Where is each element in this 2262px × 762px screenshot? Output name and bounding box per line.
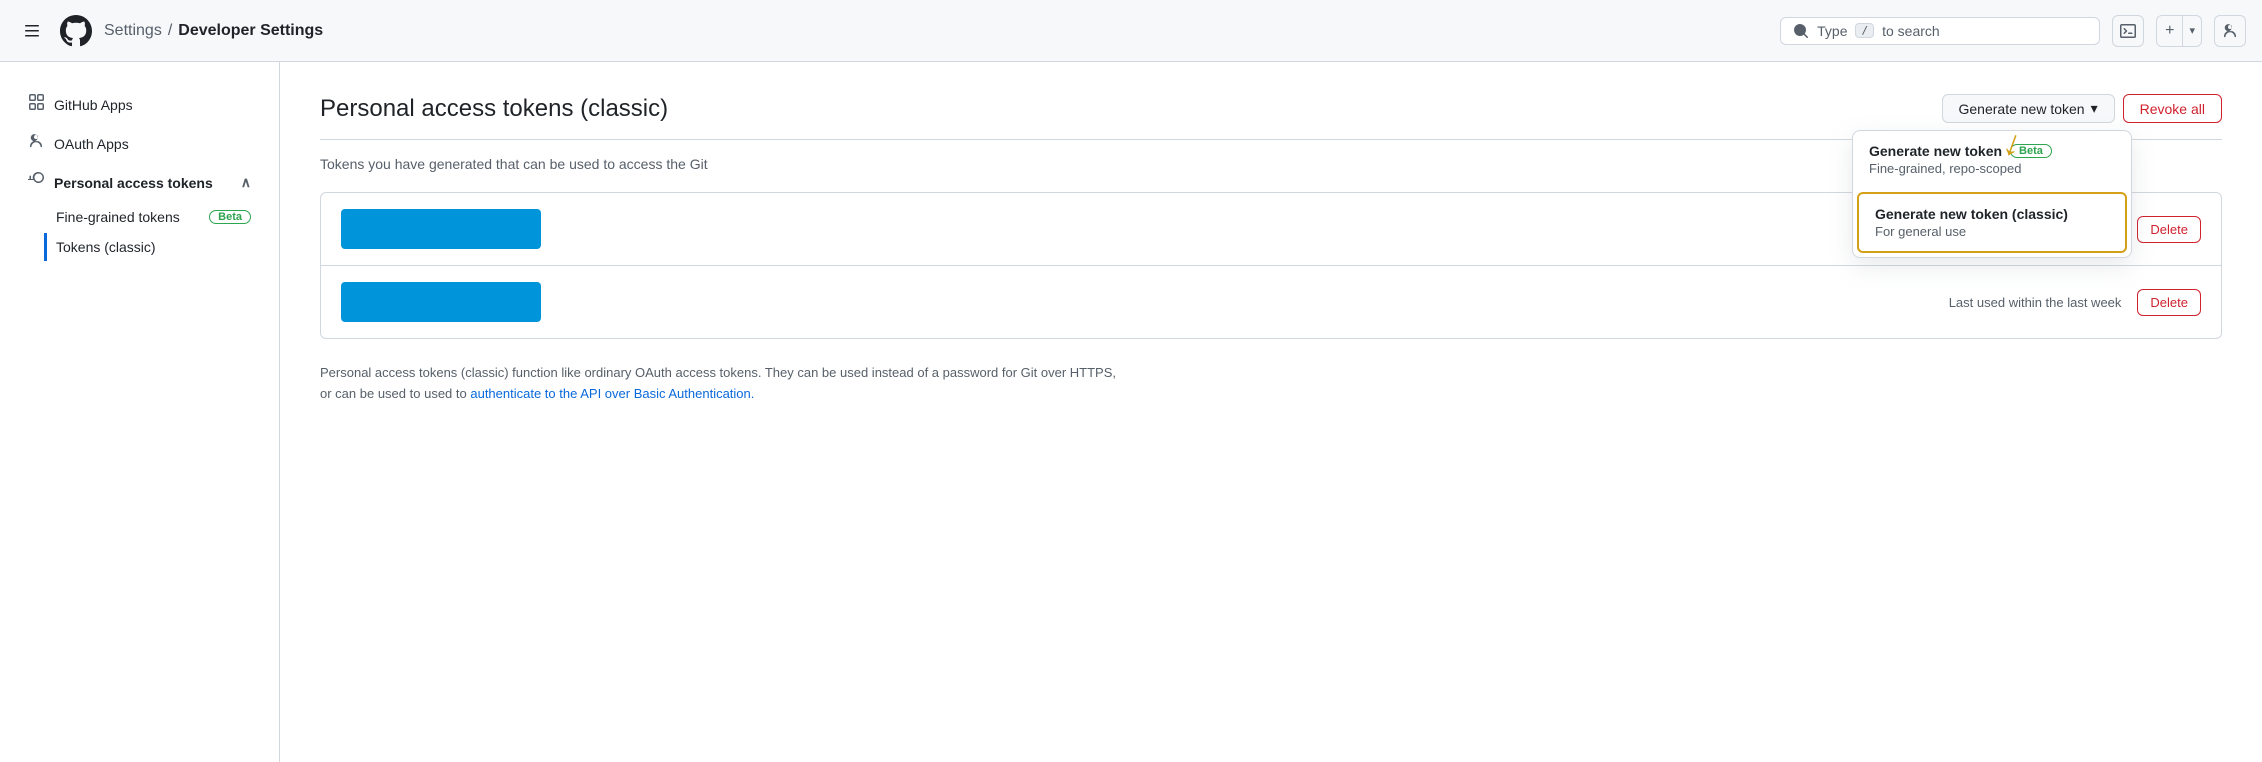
- top-navigation: Settings / Developer Settings Type / to …: [0, 0, 2262, 62]
- sidebar-item-fine-grained-tokens[interactable]: Fine-grained tokens Beta: [44, 203, 263, 231]
- person-icon: [28, 133, 44, 154]
- plus-icon[interactable]: +: [2157, 16, 2182, 46]
- dropdown-item-classic[interactable]: Generate new token (classic) For general…: [1857, 192, 2127, 253]
- token-block-1: [341, 209, 541, 249]
- sidebar-item-github-apps[interactable]: GitHub Apps: [16, 86, 263, 123]
- token-last-used: Last used within the last week: [1949, 295, 2122, 310]
- delete-token-2-button[interactable]: Delete: [2137, 289, 2201, 316]
- dropdown-item-fine-grained[interactable]: Generate new token Beta Fine-grained, re…: [1853, 131, 2131, 188]
- hamburger-menu[interactable]: [16, 15, 48, 47]
- sidebar-item-fine-grained-label: Fine-grained tokens: [56, 209, 180, 225]
- revoke-all-label: Revoke all: [2140, 101, 2205, 117]
- key-icon: [28, 172, 44, 193]
- dropdown-item-classic-subtitle: For general use: [1875, 224, 2109, 239]
- delete-token-1-button[interactable]: Delete: [2137, 216, 2201, 243]
- dropdown-item-fine-grained-title: Generate new token Beta: [1869, 143, 2115, 159]
- dropdown-item-fine-grained-subtitle: Fine-grained, repo-scoped: [1869, 161, 2115, 176]
- search-suffix: to search: [1882, 23, 1940, 39]
- token-block-2: [341, 282, 541, 322]
- sidebar-item-tokens-classic[interactable]: Tokens (classic): [44, 233, 263, 261]
- table-row: Last used within the last week Delete: [321, 266, 2221, 338]
- main-layout: GitHub Apps OAuth Apps Personal access t…: [0, 62, 2262, 762]
- sidebar: GitHub Apps OAuth Apps Personal access t…: [0, 62, 280, 762]
- footer-auth-link[interactable]: authenticate to the API over Basic Authe…: [470, 386, 754, 401]
- footer-text2: used to: [424, 386, 470, 401]
- search-bar[interactable]: Type / to search: [1780, 17, 2100, 45]
- beta-badge: Beta: [209, 210, 251, 224]
- revoke-all-button[interactable]: Revoke all: [2123, 94, 2222, 123]
- sidebar-item-github-apps-label: GitHub Apps: [54, 97, 133, 113]
- page-title: Personal access tokens (classic): [320, 95, 668, 123]
- breadcrumb-current: Developer Settings: [178, 22, 323, 40]
- page-header: Personal access tokens (classic) Generat…: [320, 94, 2222, 123]
- sidebar-item-oauth-apps-label: OAuth Apps: [54, 136, 129, 152]
- user-avatar[interactable]: [2214, 15, 2246, 47]
- settings-link[interactable]: Settings: [104, 22, 162, 40]
- search-kbd: /: [1855, 23, 1874, 38]
- breadcrumb-separator: /: [168, 22, 172, 40]
- generate-token-dropdown: Generate new token Beta Fine-grained, re…: [1852, 130, 2132, 258]
- chevron-up-icon: ∧: [241, 174, 251, 191]
- main-content: Personal access tokens (classic) Generat…: [280, 62, 2262, 762]
- search-icon: [1793, 23, 1809, 39]
- sidebar-item-pat-label: Personal access tokens: [54, 175, 213, 191]
- delete-label-2: Delete: [2150, 295, 2188, 310]
- sidebar-item-personal-access-tokens[interactable]: Personal access tokens ∧: [16, 164, 263, 201]
- dropdown-item-classic-title: Generate new token (classic): [1875, 206, 2109, 222]
- breadcrumb: Settings / Developer Settings: [104, 22, 323, 40]
- apps-icon: [28, 94, 44, 115]
- dropdown-beta-badge: Beta: [2010, 144, 2052, 158]
- header-actions: Generate new token ▾ Revoke all Generate…: [1942, 94, 2223, 123]
- dropdown-caret-icon: ▾: [2091, 100, 2098, 117]
- sidebar-sub-menu: Fine-grained tokens Beta Tokens (classic…: [44, 203, 263, 261]
- search-text: Type: [1817, 23, 1847, 39]
- footer-description: Personal access tokens (classic) functio…: [320, 363, 1120, 405]
- dropdown-arrow-icon[interactable]: ▾: [2182, 16, 2201, 46]
- generate-token-label: Generate new token: [1959, 101, 2085, 117]
- new-menu-button[interactable]: + ▾: [2156, 15, 2202, 47]
- sidebar-item-oauth-apps[interactable]: OAuth Apps: [16, 125, 263, 162]
- sidebar-item-tokens-classic-label: Tokens (classic): [56, 239, 156, 255]
- terminal-button[interactable]: [2112, 15, 2144, 47]
- github-logo[interactable]: [60, 15, 92, 47]
- delete-label-1: Delete: [2150, 222, 2188, 237]
- generate-token-button[interactable]: Generate new token ▾: [1942, 94, 2115, 123]
